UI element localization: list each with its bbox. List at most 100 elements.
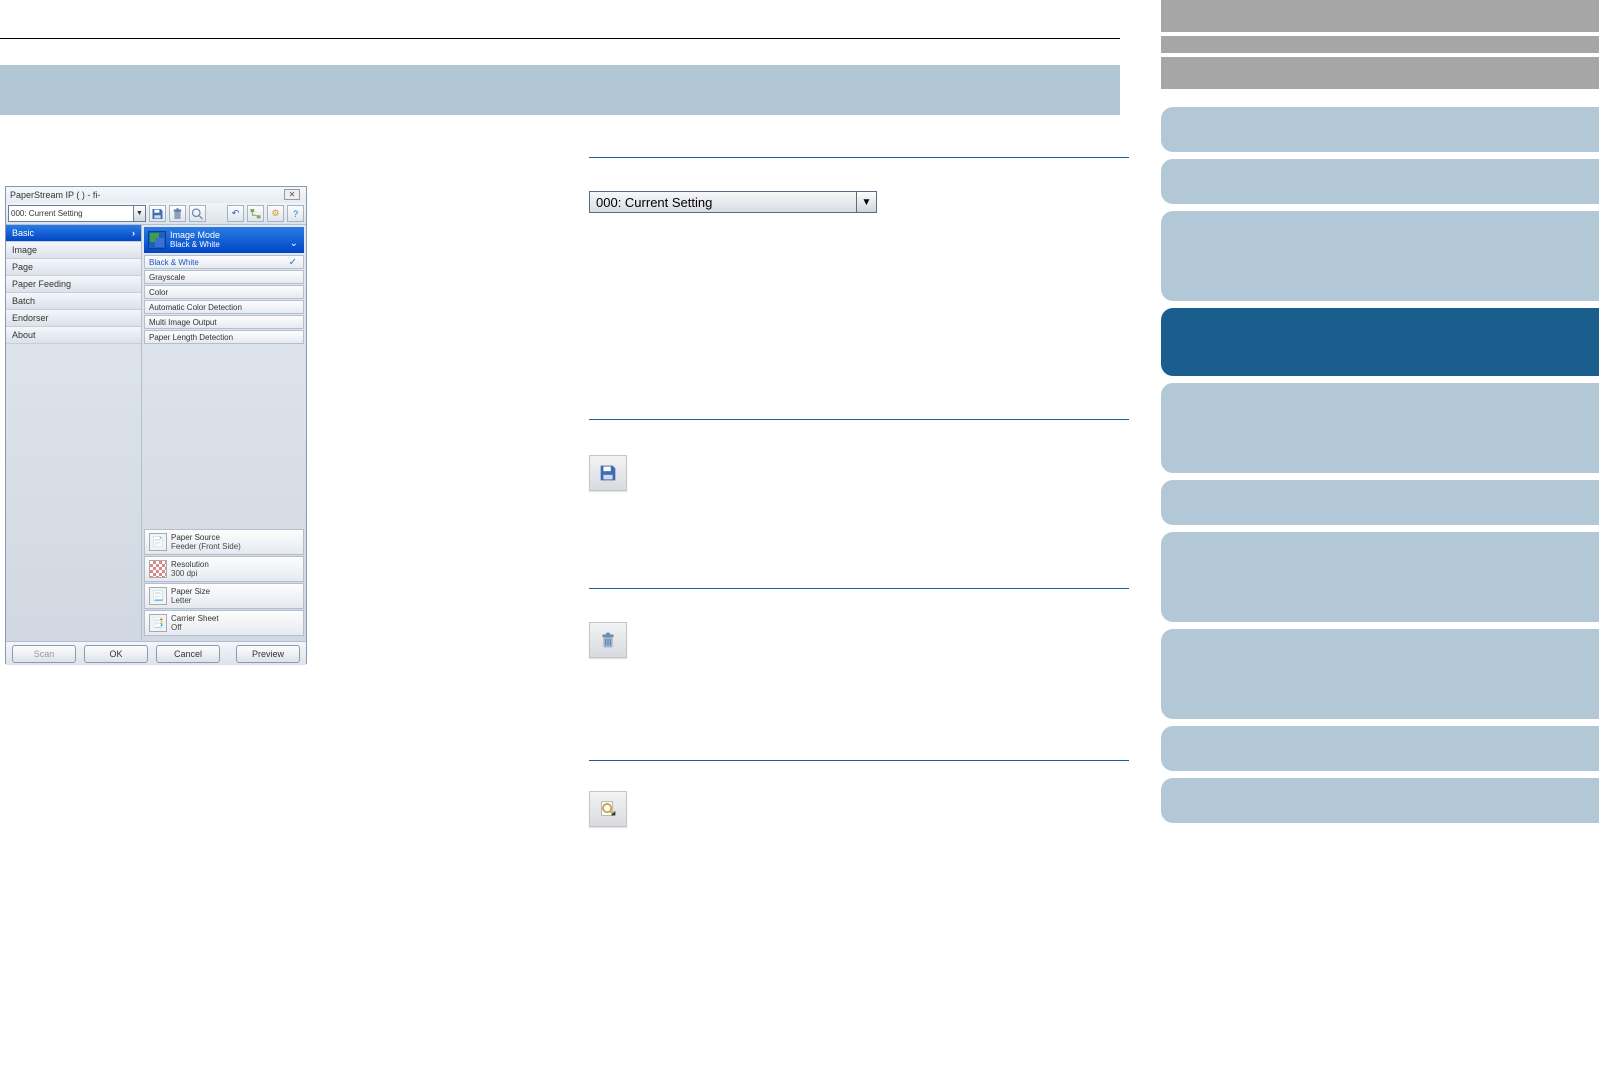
option-paper-length[interactable]: Paper Length Detection: [144, 330, 304, 344]
image-mode-value: Black & White: [170, 240, 220, 250]
sidebar-label: Image: [12, 245, 37, 255]
cancel-button[interactable]: Cancel: [156, 645, 220, 663]
summary-group: 📄 Paper Source Feeder (Front Side) Resol…: [144, 529, 304, 637]
summary-key: Paper Size: [171, 587, 210, 596]
ok-button[interactable]: OK: [84, 645, 148, 663]
option-grayscale[interactable]: Grayscale: [144, 270, 304, 284]
floppy-icon: [150, 203, 165, 225]
profile-combo-label: 000: Current Setting: [11, 209, 83, 218]
profile-dropdown-label: 000: Current Setting: [589, 191, 857, 213]
dialog-footer: Scan OK Cancel Preview: [6, 641, 306, 665]
btn-label: Preview: [252, 649, 284, 659]
sidebar-item-batch[interactable]: Batch: [6, 293, 141, 310]
nav-tab-active[interactable]: [1161, 308, 1599, 376]
image-mode-title: Image Mode: [170, 230, 220, 240]
dialog-titlebar: PaperStream IP ( ) - fi- ✕: [6, 187, 306, 203]
preview-icon[interactable]: [189, 205, 206, 222]
option-label: Grayscale: [149, 273, 185, 282]
image-mode-options: Black & White Grayscale Color Automatic …: [144, 255, 304, 345]
sidebar-label: Page: [12, 262, 33, 272]
floppy-icon: [597, 462, 619, 484]
tree-icon[interactable]: [247, 205, 264, 222]
top-tab-group: [1161, 0, 1599, 93]
btn-label: Cancel: [174, 649, 202, 659]
summary-paper-size[interactable]: 📃 Paper Size Letter: [144, 583, 304, 609]
chevron-down-icon[interactable]: ▼: [134, 205, 146, 222]
close-icon[interactable]: ✕: [284, 189, 300, 200]
profile-combo[interactable]: 000: Current Setting: [8, 205, 134, 222]
trash-icon: [597, 629, 619, 651]
image-mode-header[interactable]: Image Mode Black & White ⌄: [144, 227, 304, 253]
option-label: Color: [149, 288, 168, 297]
preview-scan-button[interactable]: [589, 791, 627, 827]
btn-label: Scan: [34, 649, 55, 659]
summary-resolution[interactable]: Resolution 300 dpi: [144, 556, 304, 582]
sidebar-item-page[interactable]: Page: [6, 259, 141, 276]
delete-profile-button[interactable]: [589, 622, 627, 658]
nav-tab[interactable]: [1161, 532, 1599, 622]
section-rule: [589, 588, 1129, 589]
sidebar-item-about[interactable]: About: [6, 327, 141, 344]
resolution-icon: [149, 560, 167, 578]
section-rule: [589, 157, 1129, 158]
nav-tab[interactable]: [1161, 480, 1599, 525]
top-tab[interactable]: [1161, 36, 1599, 53]
nav-tab[interactable]: [1161, 211, 1599, 301]
magnifier-page-icon: [597, 798, 619, 820]
option-label: Black & White: [149, 258, 199, 267]
nav-tab[interactable]: [1161, 778, 1599, 823]
help-icon[interactable]: ?: [287, 205, 304, 222]
btn-label: OK: [109, 649, 122, 659]
nav-tab[interactable]: [1161, 383, 1599, 473]
side-nav-tabs: [1161, 107, 1599, 830]
undo-icon[interactable]: ↶: [227, 205, 244, 222]
summary-key: Carrier Sheet: [171, 614, 219, 623]
save-profile-button[interactable]: [589, 455, 627, 491]
top-tab[interactable]: [1161, 0, 1599, 32]
summary-paper-source[interactable]: 📄 Paper Source Feeder (Front Side): [144, 529, 304, 555]
summary-key: Resolution: [171, 560, 209, 569]
sidebar-label: Paper Feeding: [12, 279, 71, 289]
dialog-body: Basic Image Page Paper Feeding Batch End…: [6, 225, 306, 641]
nav-tab[interactable]: [1161, 107, 1599, 152]
toolbar-right-group: ↶ ⚙ ?: [224, 205, 304, 222]
option-color[interactable]: Color: [144, 285, 304, 299]
preview-button[interactable]: Preview: [236, 645, 300, 663]
magnifier-icon: [190, 203, 205, 225]
gear-icon[interactable]: ⚙: [267, 205, 284, 222]
nav-tab[interactable]: [1161, 159, 1599, 204]
dialog-title-text: PaperStream IP ( ) - fi-: [10, 190, 100, 200]
summary-labels: Paper Size Letter: [171, 587, 210, 605]
top-tab[interactable]: [1161, 57, 1599, 89]
option-label: Paper Length Detection: [149, 333, 233, 342]
nav-tab[interactable]: [1161, 726, 1599, 771]
nav-tab[interactable]: [1161, 629, 1599, 719]
hierarchy-icon: [248, 203, 263, 225]
summary-val: 300 dpi: [171, 569, 209, 578]
option-label: Automatic Color Detection: [149, 303, 242, 312]
sidebar-item-basic[interactable]: Basic: [6, 225, 141, 242]
option-multi-image[interactable]: Multi Image Output: [144, 315, 304, 329]
delete-icon[interactable]: [169, 205, 186, 222]
option-black-white[interactable]: Black & White: [144, 255, 304, 269]
save-icon[interactable]: [149, 205, 166, 222]
section-rule: [589, 760, 1129, 761]
sidebar-item-image[interactable]: Image: [6, 242, 141, 259]
profile-dropdown[interactable]: 000: Current Setting ▼: [589, 191, 877, 213]
top-rule: [0, 38, 1120, 39]
sidebar-item-paper-feeding[interactable]: Paper Feeding: [6, 276, 141, 293]
summary-carrier-sheet[interactable]: 📑 Carrier Sheet Off: [144, 610, 304, 636]
sidebar-label: Batch: [12, 296, 35, 306]
image-mode-icon: [148, 231, 166, 249]
scan-button[interactable]: Scan: [12, 645, 76, 663]
summary-val: Letter: [171, 596, 210, 605]
summary-labels: Carrier Sheet Off: [171, 614, 219, 632]
chevron-down-icon[interactable]: ▼: [857, 191, 877, 213]
sidebar-item-endorser[interactable]: Endorser: [6, 310, 141, 327]
dialog-toolbar: 000: Current Setting ▼ ↶ ⚙ ?: [6, 203, 306, 225]
dialog-rightpane: Image Mode Black & White ⌄ Black & White…: [142, 225, 306, 641]
chevron-down-icon: ⌄: [290, 238, 298, 249]
paperstream-dialog: PaperStream IP ( ) - fi- ✕ 000: Current …: [5, 186, 307, 664]
option-auto-color[interactable]: Automatic Color Detection: [144, 300, 304, 314]
section-band: [0, 65, 1120, 115]
